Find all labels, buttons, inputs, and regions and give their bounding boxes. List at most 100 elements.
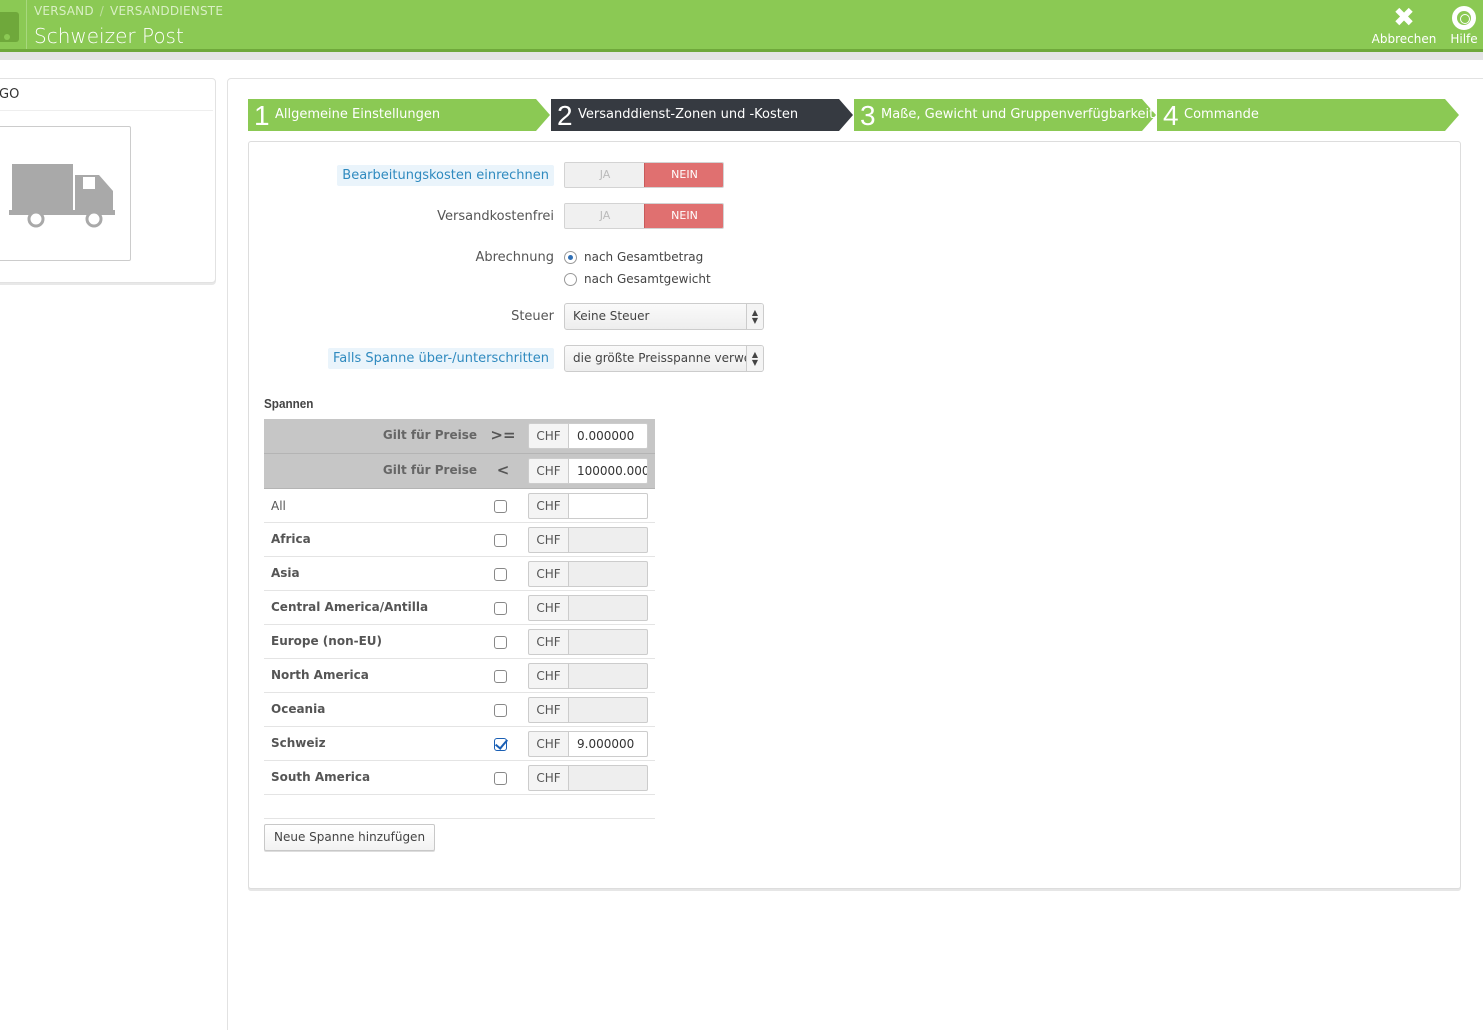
range-operator: < <box>496 461 510 479</box>
zone-row: Africa CHF <box>264 523 655 557</box>
zone-price-field: CHF <box>528 629 648 655</box>
page-header: VERSAND / VERSANDDIENSTE Schweizer Post ✖ … <box>0 0 1483 52</box>
breadcrumb: VERSAND / VERSANDDIENSTE <box>34 4 223 18</box>
billing-label: Abrechnung <box>475 250 554 265</box>
out-of-range-select[interactable]: die größte Preisspanne verwenden ▲ ▼ <box>564 345 764 372</box>
out-of-range-label[interactable]: Falls Spanne über-/unterschritten <box>328 348 554 369</box>
zone-price-field: CHF <box>528 595 648 621</box>
step-label: Versanddienst-Zonen und -Kosten <box>578 107 799 122</box>
zone-price-input[interactable] <box>569 595 648 621</box>
ranges-title: Spannen <box>264 396 314 411</box>
range-from-input[interactable]: 0.000000 <box>569 423 648 449</box>
truck-icon <box>9 164 115 228</box>
zone-checkbox[interactable] <box>494 704 507 717</box>
lifebuoy-icon <box>1444 4 1483 32</box>
switch-yes[interactable]: JA <box>565 204 645 228</box>
zone-name: North America <box>271 668 369 682</box>
zone-price-field: CHF 9.000000 <box>528 731 648 757</box>
zone-name: Central America/Antilla <box>271 600 429 614</box>
zone-price-field: CHF <box>528 697 648 723</box>
switch-no[interactable]: NEIN <box>644 204 723 228</box>
zone-price-input[interactable] <box>569 765 648 791</box>
range-to-input[interactable]: 100000.000000 <box>569 458 648 484</box>
zone-checkbox[interactable] <box>494 738 507 751</box>
header-divider <box>26 0 27 49</box>
zone-name: Africa <box>271 532 311 546</box>
range-to-field: CHF 100000.000000 <box>528 458 648 484</box>
range-operator: >= <box>490 426 516 444</box>
select-arrows-icon: ▲ ▼ <box>746 346 763 371</box>
zone-name: Schweiz <box>271 736 326 750</box>
divider <box>0 110 213 111</box>
currency-addon: CHF <box>528 731 569 757</box>
radio-button[interactable] <box>564 273 577 286</box>
free-shipping-switch[interactable]: JA NEIN <box>564 203 724 229</box>
radio-button[interactable] <box>564 251 577 264</box>
radio-label: nach Gesamtgewicht <box>584 272 711 286</box>
switch-yes[interactable]: JA <box>565 163 645 187</box>
help-button[interactable]: Hilfe <box>1444 4 1483 46</box>
zone-checkbox[interactable] <box>494 772 507 785</box>
zone-price-input[interactable]: 9.000000 <box>569 731 648 757</box>
breadcrumb-separator: / <box>99 4 105 18</box>
free-shipping-label: Versandkostenfrei <box>437 209 554 224</box>
zone-price-input[interactable] <box>569 493 648 519</box>
zone-checkbox[interactable] <box>494 602 507 615</box>
currency-addon: CHF <box>528 561 569 587</box>
divider <box>264 818 655 819</box>
radio-label: nach Gesamtbetrag <box>584 250 704 264</box>
breadcrumb-item-versand[interactable]: VERSAND <box>34 4 94 18</box>
range-head-label: Gilt für Preise <box>382 463 477 477</box>
zone-price-input[interactable] <box>569 697 648 723</box>
truck-icon <box>0 12 19 42</box>
zone-price-input[interactable] <box>569 527 648 553</box>
help-label: Hilfe <box>1450 32 1478 46</box>
zone-checkbox[interactable] <box>494 670 507 683</box>
zone-price-field: CHF <box>528 527 648 553</box>
zone-checkbox[interactable] <box>494 500 507 513</box>
zone-price-field: CHF <box>528 493 648 519</box>
zone-price-input[interactable] <box>569 663 648 689</box>
zone-checkbox[interactable] <box>494 534 507 547</box>
zone-price-field: CHF <box>528 765 648 791</box>
cancel-button[interactable]: ✖ Abbrechen <box>1370 4 1438 46</box>
zone-name: Oceania <box>271 702 326 716</box>
zone-price-field: CHF <box>528 663 648 689</box>
breadcrumb-item-versanddienste[interactable]: VERSANDDIENSTE <box>110 4 223 18</box>
zone-checkbox[interactable] <box>494 568 507 581</box>
billing-option-weight[interactable]: nach Gesamtgewicht <box>564 272 711 286</box>
switch-no[interactable]: NEIN <box>644 163 723 187</box>
currency-addon: CHF <box>528 697 569 723</box>
handling-costs-label[interactable]: Bearbeitungskosten einrechnen <box>337 165 554 186</box>
zone-price-input[interactable] <box>569 629 648 655</box>
handling-costs-switch[interactable]: JA NEIN <box>564 162 724 188</box>
carrier-logo[interactable] <box>0 126 131 261</box>
step-label: Allgemeine Einstellungen <box>275 107 441 122</box>
billing-option-price[interactable]: nach Gesamtbetrag <box>564 250 703 264</box>
page-title: Schweizer Post <box>34 24 184 48</box>
zone-checkbox[interactable] <box>494 636 507 649</box>
zone-row: Oceania CHF <box>264 693 655 727</box>
currency-addon: CHF <box>528 629 569 655</box>
step-number: 2 <box>557 100 573 131</box>
zone-name: Asia <box>271 566 300 580</box>
close-icon: ✖ <box>1393 3 1415 33</box>
range-head-to: Gilt für Preise < CHF 100000.000000 <box>264 454 655 489</box>
select-arrows-icon: ▲ ▼ <box>746 304 763 329</box>
zone-row: Central America/Antilla CHF <box>264 591 655 625</box>
zone-row: Schweiz CHF 9.000000 <box>264 727 655 761</box>
zone-row: South America CHF <box>264 761 655 795</box>
step-label: Commande <box>1184 107 1259 122</box>
zone-price-field: CHF <box>528 561 648 587</box>
range-from-field: CHF 0.000000 <box>528 423 648 449</box>
zone-row: All CHF <box>264 489 655 523</box>
cancel-label: Abbrechen <box>1371 32 1437 46</box>
currency-addon: CHF <box>528 663 569 689</box>
zone-row: Europe (non-EU) CHF <box>264 625 655 659</box>
zone-price-input[interactable] <box>569 561 648 587</box>
add-range-button[interactable]: Neue Spanne hinzufügen <box>264 824 436 851</box>
tax-select[interactable]: Keine Steuer ▲ ▼ <box>564 303 764 330</box>
step-number: 4 <box>1163 100 1179 131</box>
step-label: Maße, Gewicht und Gruppenverfügbarkeit <box>881 107 1155 122</box>
currency-addon: CHF <box>528 527 569 553</box>
